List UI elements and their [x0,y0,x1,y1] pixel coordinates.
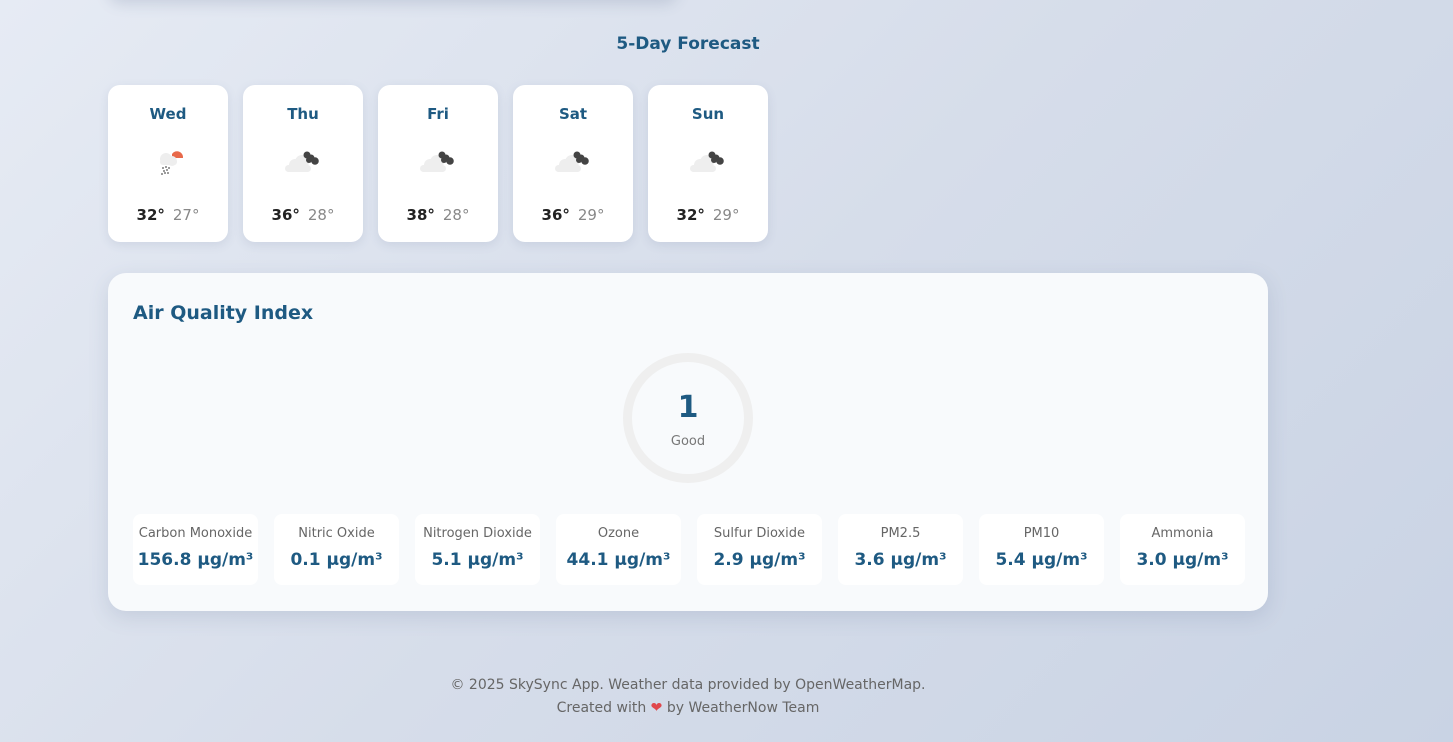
temp-high: 36° [541,206,570,224]
pollutant-value: 0.1 μg/m³ [290,550,383,570]
air-quality-title: Air Quality Index [133,302,314,324]
forecast-temps: 32° 29° [648,206,768,224]
pollutant-name: Nitric Oxide [298,526,375,541]
forecast-day-card: Wed 32° 27° [108,85,228,242]
temp-low: 28° [307,206,335,224]
aqi-status-label: Good [670,434,706,449]
temp-high: 32° [676,206,705,224]
forecast-day-name: Fri [427,105,449,123]
pollutant-list: Carbon Monoxide 156.8 μg/m³ Nitric Oxide… [133,514,1245,585]
footer: © 2025 SkySync App. Weather data provide… [0,674,1376,720]
pollutant-item: Ozone 44.1 μg/m³ [556,514,681,585]
pollutant-value: 44.1 μg/m³ [566,550,671,570]
temp-high: 32° [136,206,165,224]
temp-high: 38° [406,206,435,224]
pollutant-name: Nitrogen Dioxide [423,526,532,541]
pollutant-value: 156.8 μg/m³ [137,550,254,570]
forecast-temps: 32° 27° [108,206,228,224]
aqi-gauge: 1 Good [623,353,753,483]
forecast-title: 5-Day Forecast [616,34,760,54]
broken-clouds-icon [688,145,728,179]
pollutant-value: 3.0 μg/m³ [1136,550,1229,570]
pollutant-name: Sulfur Dioxide [713,526,806,541]
forecast-row: Wed 32° 27° Thu 36° 28° Fri 38° 28° Sat … [108,85,768,242]
aqi-value: 1 [677,390,699,425]
forecast-temps: 36° 29° [513,206,633,224]
footer-credit-prefix: Created with [556,700,647,716]
pollutant-name: Ammonia [1151,526,1214,541]
forecast-day-card: Thu 36° 28° [243,85,363,242]
footer-copyright: © 2025 SkySync App. Weather data provide… [450,677,926,693]
pollutant-item: PM2.5 3.6 μg/m³ [838,514,963,585]
temp-low: 29° [577,206,605,224]
pollutant-name: Carbon Monoxide [138,526,253,541]
forecast-day-name: Sat [558,105,588,123]
forecast-day-card: Fri 38° 28° [378,85,498,242]
pollutant-name: PM2.5 [880,526,921,541]
broken-clouds-icon [283,145,323,179]
pollutant-item: Nitric Oxide 0.1 μg/m³ [274,514,399,585]
air-quality-card: Air Quality Index 1 Good Carbon Monoxide… [108,273,1268,611]
forecast-day-name: Wed [149,105,187,123]
pollutant-value: 3.6 μg/m³ [854,550,947,570]
heart-icon: ❤ [650,700,663,716]
temp-high: 36° [271,206,300,224]
pollutant-item: Nitrogen Dioxide 5.1 μg/m³ [415,514,540,585]
forecast-temps: 38° 28° [378,206,498,224]
rain-cloud-sun-icon [148,145,188,179]
forecast-day-name: Thu [287,105,319,123]
temp-low: 29° [712,206,740,224]
temp-low: 28° [442,206,470,224]
pollutant-name: Ozone [597,526,640,541]
forecast-day-card: Sun 32° 29° [648,85,768,242]
forecast-temps: 36° 28° [243,206,363,224]
pollutant-value: 2.9 μg/m³ [713,550,806,570]
footer-credit: Created with ❤ by WeatherNow Team [0,697,1376,720]
footer-credit-suffix: by WeatherNow Team [666,700,820,716]
pollutant-value: 5.4 μg/m³ [995,550,1088,570]
pollutant-value: 5.1 μg/m³ [431,550,524,570]
pollutant-item: Sulfur Dioxide 2.9 μg/m³ [697,514,822,585]
broken-clouds-icon [418,145,458,179]
broken-clouds-icon [553,145,593,179]
pollutant-item: Ammonia 3.0 μg/m³ [1120,514,1245,585]
pollutant-item: Carbon Monoxide 156.8 μg/m³ [133,514,258,585]
pollutant-name: PM10 [1023,526,1060,541]
pollutant-item: PM10 5.4 μg/m³ [979,514,1104,585]
temp-low: 27° [172,206,200,224]
forecast-day-name: Sun [691,105,725,123]
forecast-day-card: Sat 36° 29° [513,85,633,242]
